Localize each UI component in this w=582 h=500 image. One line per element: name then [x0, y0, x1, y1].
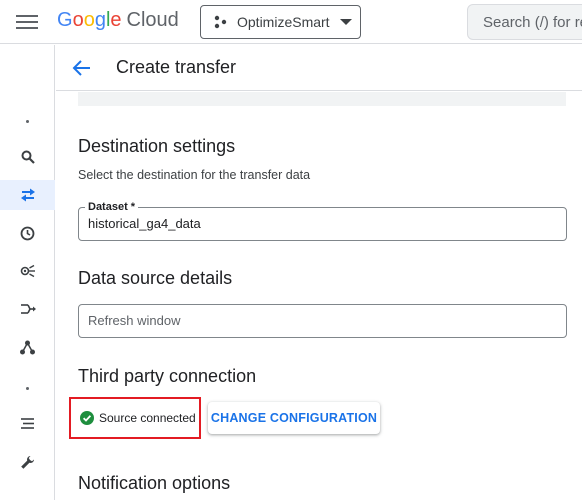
page-title: Create transfer	[116, 57, 237, 77]
check-circle-icon	[80, 411, 94, 425]
rail-item-dot-1[interactable]	[0, 106, 55, 136]
refresh-window-field[interactable]	[78, 304, 567, 338]
dataset-field[interactable]: Dataset *	[78, 201, 567, 241]
wrench-icon	[21, 455, 34, 469]
pipeline-icon	[20, 304, 36, 314]
project-selector-button[interactable]: OptimizeSmart	[200, 5, 361, 39]
notification-options-heading: Notification options	[78, 473, 231, 493]
project-nodes-icon	[214, 15, 227, 29]
refresh-window-input[interactable]	[88, 313, 548, 328]
top-app-bar: Google Cloud OptimizeSmart	[0, 0, 582, 44]
transfer-icon	[20, 188, 35, 202]
rail-item-graph[interactable]	[0, 332, 55, 362]
analytics-hub-icon	[20, 264, 35, 278]
destination-settings-heading: Destination settings	[78, 136, 236, 156]
left-nav-rail	[0, 45, 55, 500]
source-connected-status: Source connected	[69, 397, 201, 439]
rail-item-tools[interactable]	[0, 447, 55, 477]
rail-item-pipelines[interactable]	[0, 294, 55, 324]
rail-item-transfers[interactable]	[0, 180, 55, 210]
previous-section-remnant	[78, 92, 566, 106]
hamburger-menu-icon[interactable]	[16, 12, 38, 32]
back-arrow-icon[interactable]	[70, 56, 94, 80]
list-icon	[21, 417, 34, 429]
clock-icon	[20, 226, 35, 240]
destination-settings-description: Select the destination for the transfer …	[78, 168, 311, 182]
third-party-connection-heading: Third party connection	[78, 366, 257, 386]
project-name: OptimizeSmart	[237, 14, 330, 30]
search-input[interactable]	[483, 13, 582, 31]
rail-item-search[interactable]	[0, 142, 55, 172]
rail-item-dot-2[interactable]	[0, 373, 55, 403]
rail-item-scheduled[interactable]	[0, 218, 55, 248]
source-connected-label: Source connected	[99, 411, 196, 425]
google-cloud-logo[interactable]: Google Cloud	[57, 9, 179, 32]
dataset-label: Dataset *	[85, 201, 139, 213]
graph-icon	[20, 340, 35, 354]
dot-icon	[26, 119, 29, 123]
chevron-down-icon	[339, 19, 352, 25]
page-header: Create transfer	[56, 45, 582, 91]
search-bar[interactable]	[467, 4, 582, 40]
rail-item-analytics-hub[interactable]	[0, 256, 55, 286]
search-icon	[21, 150, 35, 164]
change-configuration-button[interactable]: CHANGE CONFIGURATION	[208, 402, 380, 434]
dataset-input[interactable]	[88, 216, 548, 231]
rail-item-list[interactable]	[0, 408, 55, 438]
dot-icon	[26, 386, 29, 390]
data-source-details-heading: Data source details	[78, 268, 233, 288]
